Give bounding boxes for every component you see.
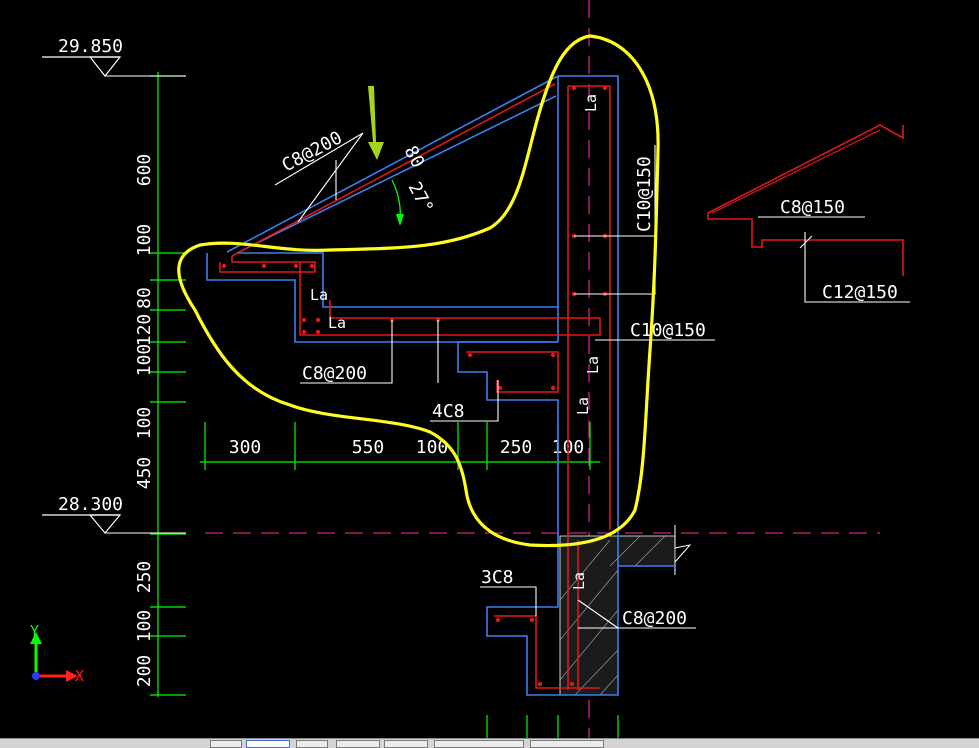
label-4c8: 4C8 <box>432 401 465 422</box>
vdim-100-c: 100 <box>134 407 155 440</box>
label-detail-bottom-rebar: C12@150 <box>822 282 898 303</box>
hdim-300: 300 <box>229 437 262 458</box>
label-la-1: La <box>310 286 328 304</box>
vdim-80: 80 <box>134 287 155 309</box>
vdim-600: 600 <box>134 154 155 187</box>
label-la-2: La <box>328 314 346 332</box>
label-la-5: La <box>574 397 592 415</box>
label-la-6: La <box>570 572 588 590</box>
label-detail-top-rebar: C8@150 <box>780 197 845 218</box>
vdim-100-a: 100 <box>134 224 155 257</box>
elevation-bottom-text: 28.300 <box>58 494 123 515</box>
ucs-x-label: X <box>75 667 84 685</box>
label-bottom-beam-rebar: C8@200 <box>622 608 687 629</box>
label-wall-vertical-rebar: C10@150 <box>634 156 655 232</box>
vdim-250: 250 <box>134 561 155 594</box>
cad-drawing-canvas[interactable]: 600 100 80 120 100 100 450 250 100 200 2… <box>0 0 979 738</box>
vdim-120: 120 <box>134 314 155 347</box>
label-lower-slab-rebar: C8@200 <box>302 363 367 384</box>
vdim-100-b: 100 <box>134 344 155 377</box>
elevation-top-text: 29.850 <box>58 36 123 57</box>
label-la-3: La <box>582 94 600 112</box>
hdim-250: 250 <box>500 437 533 458</box>
vdim-450: 450 <box>134 457 155 490</box>
label-wall-horizontal-rebar: C10@150 <box>630 320 706 341</box>
vdim-100-d: 100 <box>134 610 155 643</box>
hdim-550: 550 <box>352 437 385 458</box>
label-3c8: 3C8 <box>481 567 514 588</box>
label-la-4: La <box>584 356 602 374</box>
vdim-200: 200 <box>134 655 155 688</box>
ucs-y-label: Y <box>30 622 39 640</box>
